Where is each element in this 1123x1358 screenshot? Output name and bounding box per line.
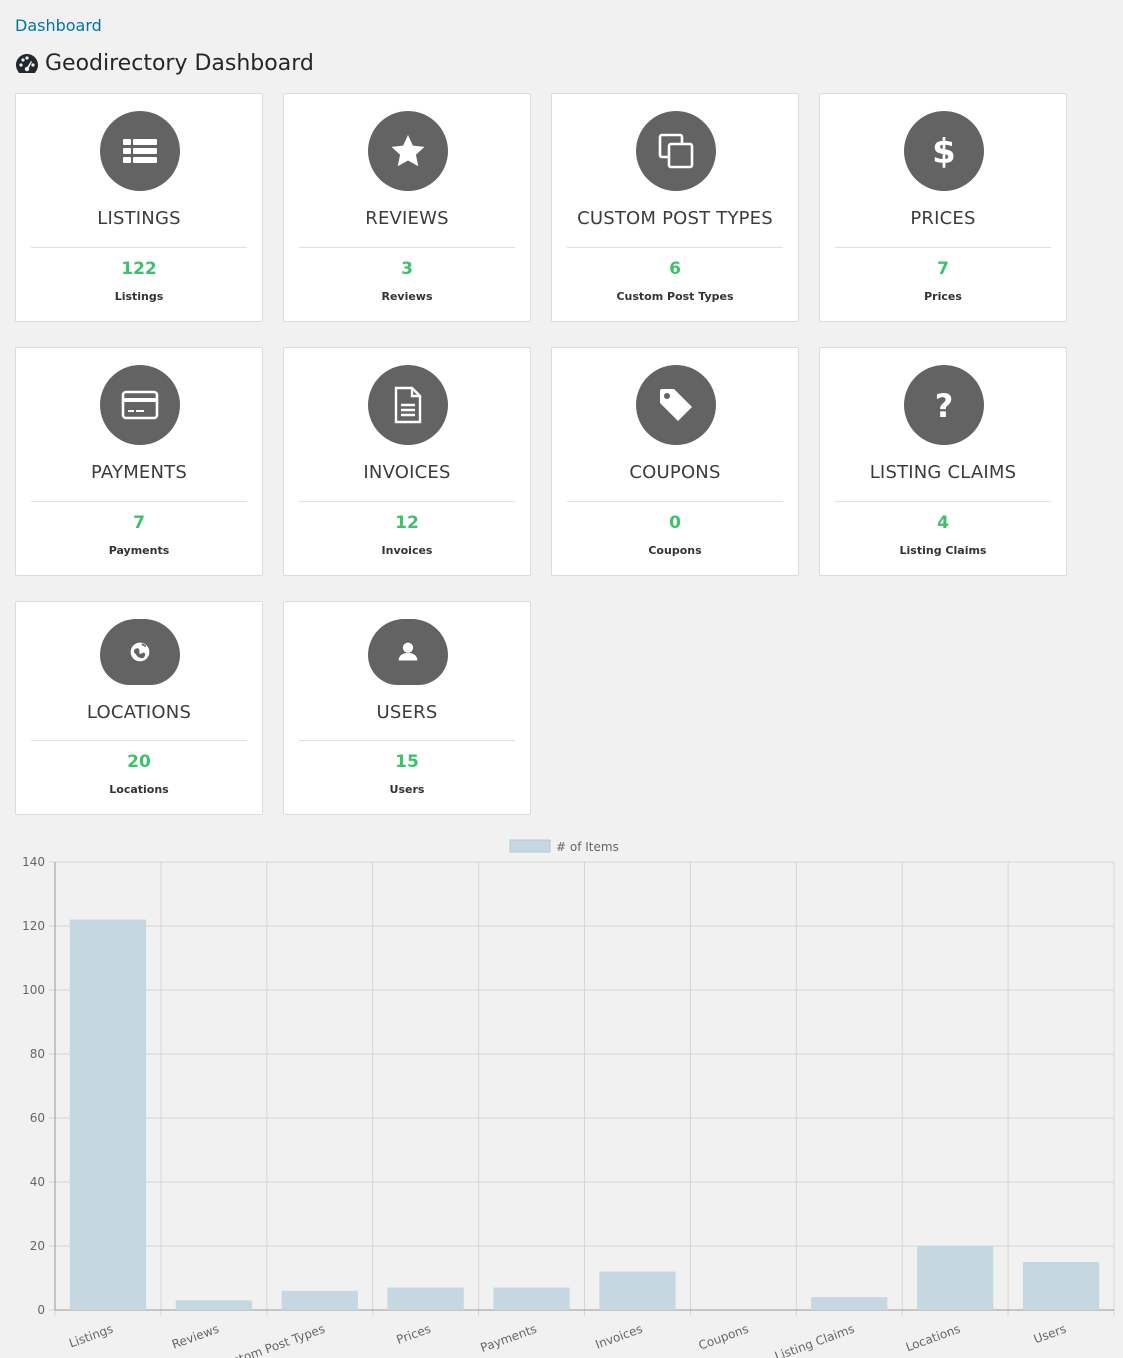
card-count: 0 (669, 513, 681, 533)
items-bar-chart: 0 20 40 60 80 100 120 140 Listings Reviews Custom … (0, 830, 1123, 1358)
card-divider (567, 247, 783, 248)
card-locations[interactable]: LOCATIONS 20 Locations (15, 601, 263, 815)
card-listing-claims[interactable]: ? LISTING CLAIMS 4 Listing Claims (819, 347, 1067, 576)
y-tick-label: 80 (30, 1047, 45, 1061)
card-listings[interactable]: LISTINGS 122 Listings (15, 93, 263, 322)
x-tick-label: Listings (67, 1322, 115, 1351)
legend-swatch (509, 839, 551, 853)
card-title: COUPONS (629, 462, 721, 483)
card-count: 4 (937, 513, 949, 533)
card-count: 3 (401, 259, 413, 279)
bar (175, 1300, 252, 1310)
card-subtitle: Users (389, 783, 425, 796)
breadcrumb-dashboard-link[interactable]: Dashboard (15, 16, 102, 35)
card-count: 6 (669, 259, 681, 279)
tachometer-icon (16, 53, 38, 73)
credit-card-icon (100, 365, 180, 445)
card-subtitle: Listing Claims (899, 544, 987, 557)
x-tick-label: Coupons (697, 1322, 751, 1353)
card-count: 7 (937, 259, 949, 279)
y-tick-label: 0 (37, 1303, 45, 1317)
card-subtitle: Coupons (648, 544, 702, 557)
bar (599, 1271, 676, 1310)
card-title: INVOICES (363, 462, 451, 483)
tag-icon (636, 365, 716, 445)
card-title: LISTINGS (97, 208, 181, 229)
card-prices[interactable]: $ PRICES 7 Prices (819, 93, 1067, 322)
y-tick-label: 60 (30, 1111, 45, 1125)
page-title: Geodirectory Dashboard (15, 51, 314, 76)
card-reviews[interactable]: REVIEWS 3 Reviews (283, 93, 531, 322)
x-tick-label: Listing Claims (773, 1322, 856, 1358)
card-divider (835, 501, 1051, 502)
x-tick-label: Reviews (170, 1322, 221, 1352)
user-icon (368, 619, 448, 685)
card-subtitle: Locations (109, 783, 169, 796)
x-tick-label: Users (1032, 1322, 1068, 1347)
x-tick-label: Custom Post Types (216, 1322, 327, 1358)
x-tick-label: Prices (394, 1322, 432, 1347)
card-subtitle: Listings (114, 290, 164, 303)
card-count: 122 (121, 259, 157, 279)
x-tick-label: Locations (904, 1322, 962, 1355)
globe-icon (100, 619, 180, 685)
bar (917, 1246, 994, 1310)
svg-text:$: $ (932, 132, 956, 171)
page-title-text: Geodirectory Dashboard (45, 51, 314, 76)
card-title: LISTING CLAIMS (869, 462, 1017, 483)
card-title: PRICES (910, 208, 976, 229)
card-coupons[interactable]: COUPONS 0 Coupons (551, 347, 799, 576)
chart-svg: 0 20 40 60 80 100 120 140 Listings ReviewsCustom … (22, 839, 1115, 1358)
svg-text:?: ? (935, 387, 954, 425)
legend-label: # of Items (556, 840, 619, 854)
y-tick-label: 100 (22, 983, 45, 997)
card-subtitle: Custom Post Types (616, 290, 734, 303)
x-tick-label: Payments (479, 1322, 539, 1355)
bar (493, 1287, 570, 1310)
card-divider (299, 501, 515, 502)
card-users[interactable]: USERS 15 Users (283, 601, 531, 815)
card-divider (31, 740, 247, 741)
card-divider (31, 247, 247, 248)
bar (811, 1297, 888, 1310)
bar (69, 919, 147, 1310)
x-tick-label: Invoices (593, 1322, 644, 1352)
card-custom-post-types[interactable]: CUSTOM POST TYPES 6 Custom Post Types (551, 93, 799, 322)
file-text-icon (368, 365, 448, 445)
card-invoices[interactable]: INVOICES 12 Invoices (283, 347, 531, 576)
bar (387, 1287, 464, 1310)
card-divider (31, 501, 247, 502)
card-count: 7 (133, 513, 145, 533)
card-count: 15 (395, 752, 419, 772)
y-tick-label: 120 (22, 919, 45, 933)
list-icon (100, 111, 180, 191)
card-count: 12 (395, 513, 419, 533)
question-icon: ? (904, 365, 984, 445)
card-subtitle: Prices (924, 290, 962, 303)
card-title: REVIEWS (365, 208, 449, 229)
card-subtitle: Payments (108, 544, 170, 557)
y-tick-label: 40 (30, 1175, 45, 1189)
card-subtitle: Invoices (381, 544, 433, 557)
y-tick-label: 20 (30, 1239, 45, 1253)
card-title: USERS (376, 702, 438, 723)
card-count: 20 (127, 752, 151, 772)
card-title: PAYMENTS (90, 462, 187, 483)
bar (1022, 1262, 1100, 1310)
star-icon (368, 111, 448, 191)
card-divider (835, 247, 1051, 248)
y-tick-label: 140 (22, 855, 45, 869)
card-payments[interactable]: PAYMENTS 7 Payments (15, 347, 263, 576)
dollar-icon: $ (904, 111, 984, 191)
card-subtitle: Reviews (381, 290, 433, 303)
card-divider (567, 501, 783, 502)
card-divider (299, 247, 515, 248)
card-divider (299, 740, 515, 741)
card-title: CUSTOM POST TYPES (577, 208, 773, 229)
copy-icon (636, 111, 716, 191)
card-title: LOCATIONS (86, 702, 192, 723)
bar (281, 1290, 358, 1310)
